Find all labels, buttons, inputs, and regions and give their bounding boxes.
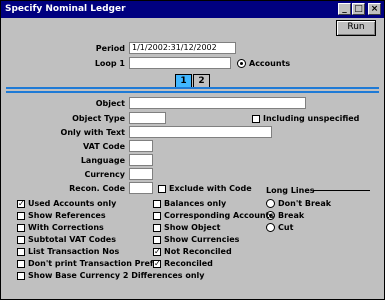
including-unspecified-label: Including unspecified bbox=[263, 114, 360, 123]
recon-code-label: Recon. Code bbox=[69, 184, 125, 193]
checkbox-icon bbox=[153, 199, 161, 208]
specify-nominal-ledger-window: Specify Nominal Ledger _ □ × Run Period … bbox=[0, 0, 385, 300]
language-input[interactable] bbox=[129, 154, 153, 166]
tab-2[interactable]: 2 bbox=[193, 74, 210, 87]
title-bar[interactable]: Specify Nominal Ledger _ □ × bbox=[1, 1, 384, 18]
long-lines-divider bbox=[313, 190, 370, 191]
exclude-with-code-label: Exclude with Code bbox=[169, 184, 252, 193]
long-lines-option-label: Break bbox=[278, 211, 305, 220]
object-type-label: Object Type bbox=[72, 114, 125, 123]
currency-input[interactable] bbox=[129, 168, 153, 180]
checkbox-label: Don't print Transaction Prefix bbox=[28, 259, 161, 268]
checkbox-label: Show Object bbox=[164, 223, 221, 232]
radio-icon bbox=[266, 199, 275, 208]
checkbox-icon bbox=[17, 235, 25, 244]
close-button[interactable]: × bbox=[368, 3, 381, 15]
maximize-button[interactable]: □ bbox=[352, 3, 365, 15]
language-label: Language bbox=[80, 156, 125, 165]
only-with-text-input[interactable] bbox=[129, 126, 272, 138]
checkbox-icon bbox=[153, 211, 161, 220]
long-lines-option-label: Cut bbox=[278, 223, 294, 232]
used-accounts-only-checkbox[interactable]: ✓ Used Accounts only bbox=[17, 199, 116, 208]
balances-only-checkbox[interactable]: Balances only bbox=[153, 199, 226, 208]
radio-icon bbox=[237, 59, 246, 68]
object-input[interactable] bbox=[129, 97, 306, 109]
show-references-checkbox[interactable]: Show References bbox=[17, 211, 106, 220]
long-lines-option-label: Don't Break bbox=[278, 199, 332, 208]
checkbox-label: Not Reconciled bbox=[164, 247, 232, 256]
checkbox-label: List Transaction Nos bbox=[28, 247, 120, 256]
checkbox-label: Corresponding Accounts bbox=[164, 211, 275, 220]
checkbox-label: Used Accounts only bbox=[28, 199, 117, 208]
period-label: Period bbox=[95, 44, 125, 53]
recon-code-input[interactable] bbox=[129, 182, 153, 194]
reconciled-checkbox[interactable]: ✓ Reconciled bbox=[153, 259, 213, 268]
checkbox-icon bbox=[17, 223, 25, 232]
checkbox-label: Subtotal VAT Codes bbox=[28, 235, 116, 244]
exclude-with-code-checkbox[interactable]: Exclude with Code bbox=[158, 184, 252, 193]
tab-separator bbox=[6, 87, 379, 89]
checkbox-icon bbox=[17, 247, 25, 256]
window-title: Specify Nominal Ledger bbox=[5, 4, 126, 14]
loop-label: Loop 1 bbox=[94, 59, 125, 68]
not-reconciled-checkbox[interactable]: ✓ Not Reconciled bbox=[153, 247, 232, 256]
show-object-checkbox[interactable]: Show Object bbox=[153, 223, 220, 232]
show-currencies-checkbox[interactable]: Show Currencies bbox=[153, 235, 239, 244]
long-lines-dont-break-radio[interactable]: Don't Break bbox=[266, 199, 331, 208]
loop-input[interactable] bbox=[129, 57, 231, 69]
checkbox-icon bbox=[17, 211, 25, 220]
tab-1[interactable]: 1 bbox=[175, 74, 192, 87]
object-type-input[interactable] bbox=[129, 112, 166, 124]
with-corrections-checkbox[interactable]: With Corrections bbox=[17, 223, 104, 232]
checkbox-icon bbox=[153, 223, 161, 232]
corresponding-accounts-checkbox[interactable]: Corresponding Accounts bbox=[153, 211, 274, 220]
minimize-button[interactable]: _ bbox=[338, 3, 351, 15]
list-transaction-nos-checkbox[interactable]: List Transaction Nos bbox=[17, 247, 119, 256]
dont-print-transaction-prefix-checkbox[interactable]: Don't print Transaction Prefix bbox=[17, 259, 161, 268]
accounts-label: Accounts bbox=[249, 59, 291, 68]
checkbox-label: Show Currencies bbox=[164, 235, 240, 244]
checkbox-icon bbox=[158, 184, 166, 193]
only-with-text-label: Only with Text bbox=[60, 128, 125, 137]
period-input[interactable]: 1/1/2002:31/12/2002 bbox=[129, 42, 236, 54]
checkbox-label: Show Base Currency 2 Differences only bbox=[28, 271, 205, 280]
currency-label: Currency bbox=[84, 170, 125, 179]
vat-code-input[interactable] bbox=[129, 140, 153, 152]
radio-icon bbox=[266, 223, 275, 232]
checkbox-label: Reconciled bbox=[164, 259, 213, 268]
checkbox-icon bbox=[252, 114, 260, 123]
object-label: Object bbox=[95, 99, 125, 108]
checkbox-label: Show References bbox=[28, 211, 106, 220]
run-button[interactable]: Run bbox=[336, 20, 376, 36]
checkbox-label: With Corrections bbox=[28, 223, 104, 232]
accounts-radio[interactable]: Accounts bbox=[237, 59, 290, 68]
subtotal-vat-codes-checkbox[interactable]: Subtotal VAT Codes bbox=[17, 235, 116, 244]
checkbox-icon bbox=[17, 259, 25, 268]
checkbox-icon: ✓ bbox=[17, 198, 25, 208]
checkbox-icon: ✓ bbox=[153, 258, 161, 268]
including-unspecified-checkbox[interactable]: Including unspecified bbox=[252, 114, 359, 123]
long-lines-title: Long Lines bbox=[266, 186, 315, 195]
long-lines-cut-radio[interactable]: Cut bbox=[266, 223, 293, 232]
checkbox-label: Balances only bbox=[164, 199, 227, 208]
tab-separator bbox=[6, 91, 379, 93]
checkbox-icon: ✓ bbox=[153, 246, 161, 256]
checkbox-icon bbox=[153, 235, 161, 244]
vat-code-label: VAT Code bbox=[83, 142, 125, 151]
checkbox-icon bbox=[17, 271, 25, 280]
show-base-currency-2-differences-checkbox[interactable]: Show Base Currency 2 Differences only bbox=[17, 271, 205, 280]
